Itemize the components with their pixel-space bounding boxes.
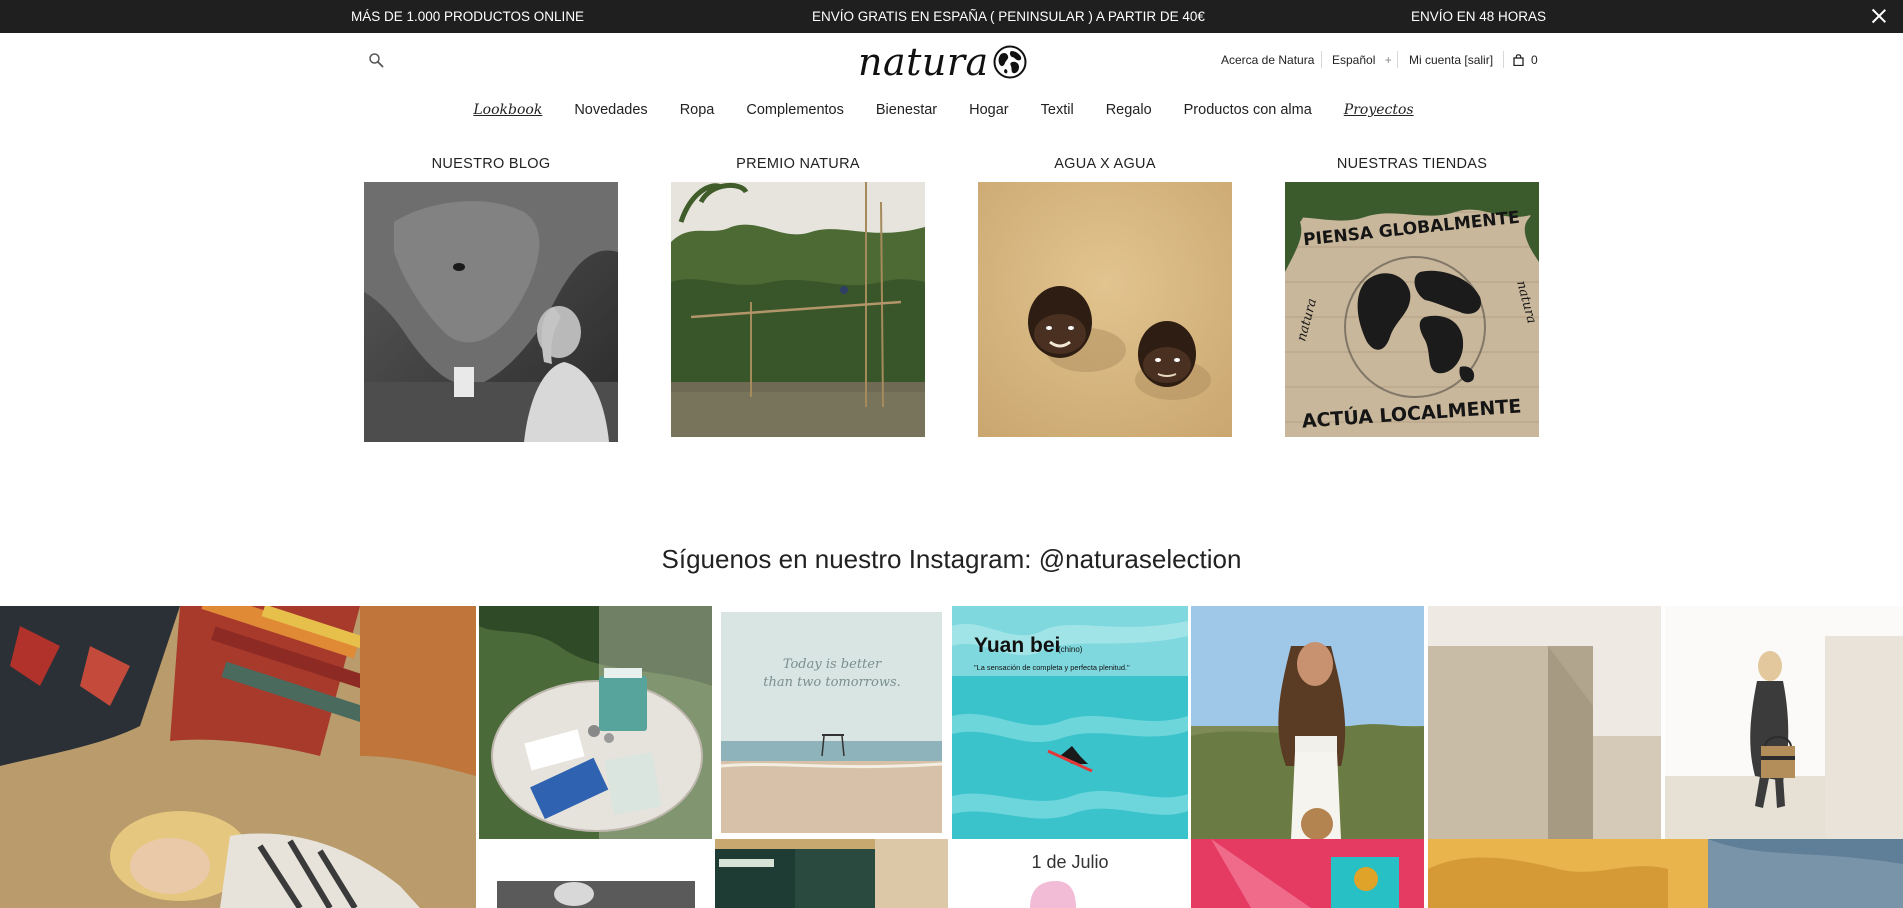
nav-item-productos-con-alma[interactable]: Productos con alma bbox=[1184, 102, 1312, 122]
announcement-bar: MÁS DE 1.000 PRODUCTOS ONLINE ENVÍO GRAT… bbox=[0, 0, 1903, 33]
announcement-products: MÁS DE 1.000 PRODUCTOS ONLINE bbox=[351, 9, 585, 24]
blog-image[interactable] bbox=[364, 182, 618, 442]
language-selector[interactable]: Español + bbox=[1332, 53, 1392, 67]
yuan-bei-sub: (chino) bbox=[1058, 645, 1083, 654]
instagram-post-table[interactable] bbox=[479, 606, 712, 839]
nav-item-novedades[interactable]: Novedades bbox=[574, 102, 647, 122]
date-text: 1 de Julio bbox=[1031, 852, 1108, 872]
divider bbox=[1321, 51, 1322, 68]
instagram-title: Síguenos en nuestro Instagram: @naturase… bbox=[661, 544, 1242, 574]
instagram-post-yuan-bei[interactable]: Yuan bei (chino) "La sensación de comple… bbox=[952, 606, 1188, 839]
nav-item-bienestar[interactable]: Bienestar bbox=[876, 102, 937, 122]
globe-icon bbox=[993, 45, 1027, 79]
instagram-post-rug[interactable] bbox=[0, 606, 476, 908]
instagram-post-walls[interactable] bbox=[1428, 606, 1661, 839]
nav-item-ropa[interactable]: Ropa bbox=[680, 102, 715, 122]
cart-button[interactable]: 0 bbox=[1513, 53, 1538, 67]
announcement-delivery: ENVÍO EN 48 HORAS bbox=[1411, 9, 1547, 24]
agua-image[interactable] bbox=[978, 182, 1232, 437]
quote-line-2: than two tomorrows. bbox=[763, 675, 901, 690]
divider bbox=[1397, 51, 1398, 68]
premio-image[interactable] bbox=[671, 182, 925, 437]
section-title-agua[interactable]: AGUA X AGUA bbox=[978, 156, 1232, 172]
instagram-post-date[interactable]: 1 de Julio bbox=[952, 839, 1188, 908]
account-link[interactable]: Mi cuenta [salir] bbox=[1409, 53, 1493, 67]
quote-line-1: Today is better bbox=[783, 657, 882, 672]
close-icon[interactable] bbox=[1869, 6, 1889, 26]
instagram-post-storefront[interactable] bbox=[715, 839, 948, 908]
language-label: Español bbox=[1332, 53, 1376, 67]
instagram-post-quote[interactable]: Today is better than two tomorrows. bbox=[715, 606, 948, 839]
about-link[interactable]: Acerca de Natura bbox=[1221, 53, 1314, 67]
cart-count: 0 bbox=[1531, 53, 1538, 67]
nav-item-lookbook[interactable]: Lookbook bbox=[473, 102, 542, 122]
section-title-blog[interactable]: NUESTRO BLOG bbox=[364, 156, 618, 172]
instagram-post-food[interactable] bbox=[1428, 839, 1903, 908]
instagram-post-model-bag[interactable] bbox=[1665, 606, 1903, 839]
nav-item-textil[interactable]: Textil bbox=[1041, 102, 1074, 122]
nav-item-complementos[interactable]: Complementos bbox=[746, 102, 844, 122]
nav-item-proyectos[interactable]: Proyectos bbox=[1344, 102, 1414, 122]
main-navigation: Lookbook Novedades Ropa Complementos Bie… bbox=[0, 102, 1903, 122]
section-title-tiendas[interactable]: NUESTRAS TIENDAS bbox=[1285, 156, 1539, 172]
tiendas-image[interactable]: PIENSA GLOBALMENTE ACTÚA LOCALMENTE natu… bbox=[1285, 182, 1539, 437]
shopping-bag-icon bbox=[1513, 54, 1524, 66]
divider bbox=[1503, 51, 1504, 68]
announcement-shipping: ENVÍO GRATIS EN ESPAÑA ( PENINSULAR ) A … bbox=[812, 9, 1205, 24]
nav-item-hogar[interactable]: Hogar bbox=[969, 102, 1009, 122]
plus-icon: + bbox=[1384, 53, 1392, 67]
instagram-post-model-field[interactable] bbox=[1191, 606, 1424, 839]
instagram-post-portrait[interactable] bbox=[479, 839, 712, 908]
section-title-premio[interactable]: PREMIO NATURA bbox=[671, 156, 925, 172]
search-icon[interactable] bbox=[368, 52, 388, 72]
yuan-bei-title: Yuan bei bbox=[974, 634, 1060, 657]
yuan-bei-caption: "La sensación de completa y perfecta ple… bbox=[974, 663, 1130, 672]
logo-wordmark: natura bbox=[858, 40, 989, 84]
instagram-post-tropical[interactable] bbox=[1191, 839, 1424, 908]
nav-item-regalo[interactable]: Regalo bbox=[1106, 102, 1152, 122]
natura-logo[interactable]: natura bbox=[858, 40, 1027, 84]
